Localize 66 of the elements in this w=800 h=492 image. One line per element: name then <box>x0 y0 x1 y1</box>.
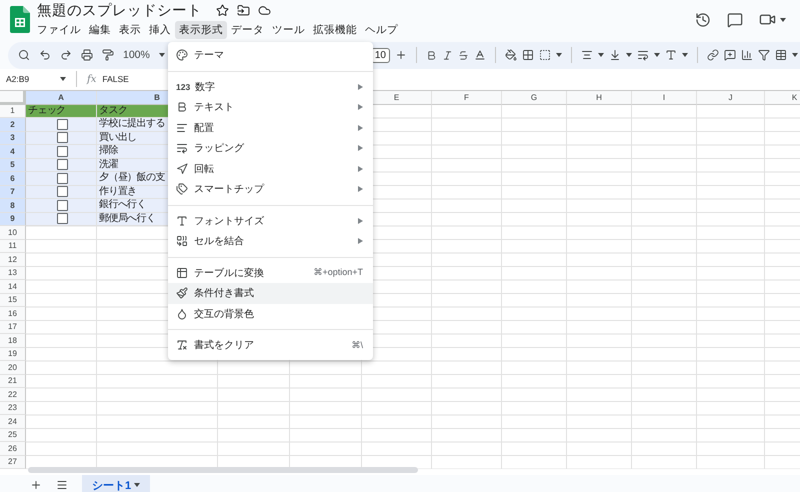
number-icon: 123 <box>176 82 189 92</box>
menu-item[interactable]: スマートチップ <box>168 179 373 200</box>
row-header[interactable]: 22 <box>0 388 26 402</box>
menu-item[interactable]: テーブルに変換 ⌘+option+T <box>168 262 373 283</box>
menu-item[interactable]: 交互の背景色 <box>168 304 373 324</box>
row-header[interactable]: 25 <box>0 428 26 442</box>
name-box[interactable]: A2:B9 <box>6 74 54 84</box>
row-header[interactable]: 7 <box>0 186 26 199</box>
row-header[interactable]: 2 <box>0 118 26 132</box>
row-header[interactable]: 20 <box>0 361 26 374</box>
menu-item[interactable]: セルを結合 <box>168 231 373 252</box>
function-icon: fx <box>87 74 96 85</box>
row-header[interactable]: 14 <box>0 280 26 294</box>
row-header[interactable]: 16 <box>0 307 26 320</box>
column-header[interactable]: F <box>432 90 502 104</box>
formula-field[interactable]: FALSE <box>102 74 129 84</box>
menu-bar-item[interactable]: データ <box>227 21 268 40</box>
row-header[interactable]: 18 <box>0 334 26 348</box>
row-header[interactable]: 10 <box>0 226 26 240</box>
menu-item[interactable]: 回転 <box>168 158 373 179</box>
row-header[interactable]: 19 <box>0 348 26 361</box>
menu-item[interactable]: 配置 <box>168 118 373 138</box>
row-header[interactable]: 27 <box>0 456 26 469</box>
row-header[interactable]: 13 <box>0 266 26 280</box>
row-header[interactable]: 11 <box>0 240 26 253</box>
shortcut-text: ⌘\ <box>351 340 363 351</box>
row-header[interactable]: 3 <box>0 132 26 145</box>
row-header[interactable]: 9 <box>0 212 26 226</box>
menu-item[interactable]: テキスト <box>168 97 373 118</box>
row-header[interactable]: 8 <box>0 199 26 212</box>
column-header[interactable]: G <box>502 90 567 104</box>
menu-item[interactable]: フォントサイズ <box>168 210 373 231</box>
row-header[interactable]: 15 <box>0 294 26 307</box>
menu-item[interactable]: 条件付き書式 <box>168 283 373 304</box>
row-header[interactable]: 12 <box>0 253 26 266</box>
column-header[interactable]: K <box>765 90 800 104</box>
menu-bar-item[interactable]: 拡張機能 <box>309 21 361 40</box>
menu-item[interactable]: 書式をクリア ⌘\ <box>168 335 373 356</box>
row-header[interactable]: 1 <box>0 104 26 118</box>
menu-bar-item[interactable]: ツール <box>268 21 309 40</box>
menu-item[interactable]: 123 数字 <box>168 76 373 97</box>
menu-bar-item[interactable]: 表示 <box>115 21 145 40</box>
column-header[interactable]: A <box>26 90 97 104</box>
sheet-tab[interactable]: シート1 <box>82 475 150 492</box>
menu-item[interactable]: テーマ <box>168 45 373 66</box>
row-header[interactable]: 6 <box>0 172 26 186</box>
header-cell: チェック <box>26 104 97 118</box>
menu-bar-item[interactable]: 表示形式 <box>175 21 227 40</box>
menu-bar-item[interactable]: ヘルプ <box>361 21 402 40</box>
document-title[interactable]: 無題のスプレッドシート <box>37 0 202 20</box>
row-header[interactable]: 21 <box>0 374 26 388</box>
menu-bar-item[interactable]: 挿入 <box>145 21 175 40</box>
row-header[interactable]: 24 <box>0 415 26 428</box>
column-header[interactable]: H <box>567 90 632 104</box>
row-header[interactable]: 5 <box>0 158 26 172</box>
row-header[interactable]: 17 <box>0 320 26 334</box>
zoom-select[interactable]: 100% <box>123 49 150 62</box>
shortcut-text: ⌘+option+T <box>313 267 363 278</box>
menu-bar-item[interactable]: 編集 <box>85 21 115 40</box>
column-header[interactable]: J <box>697 90 765 104</box>
row-header[interactable]: 23 <box>0 402 26 415</box>
row-header[interactable]: 4 <box>0 145 26 158</box>
column-header[interactable]: I <box>632 90 697 104</box>
menu-bar-item[interactable]: ファイル <box>33 21 85 40</box>
row-header[interactable]: 26 <box>0 442 26 456</box>
menu-item[interactable]: ラッピング <box>168 138 373 158</box>
